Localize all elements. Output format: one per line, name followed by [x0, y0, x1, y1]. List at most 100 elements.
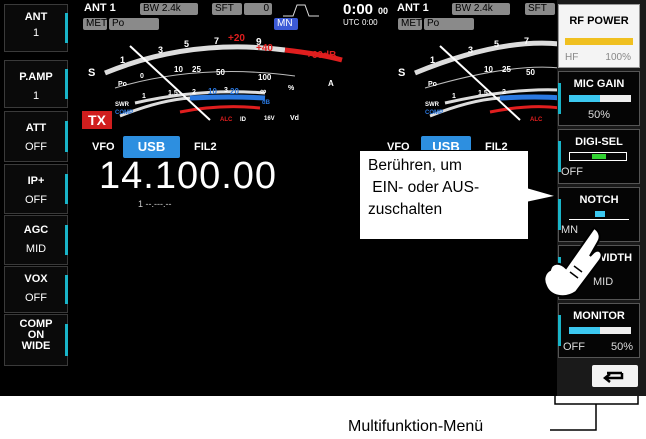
comp-meter-label-2: COMP	[425, 110, 443, 116]
v16-label: 16V	[264, 116, 275, 122]
transceiver-screen: ANT 1 P.AMP 1 ATT OFF IP+ OFF AGC MID VO…	[0, 0, 646, 396]
ipplus-button[interactable]: IP+ OFF	[4, 164, 68, 214]
monitor-value: 50%	[610, 341, 633, 353]
ipplus-label: IP+	[27, 175, 45, 187]
swr-label-2: SWR	[425, 102, 440, 108]
vox-button[interactable]: VOX OFF	[4, 266, 68, 313]
swr-tick-2-r: 2	[502, 89, 506, 96]
comp-button[interactable]: COMP ON WIDE	[4, 314, 68, 366]
digi-sel-indicator	[592, 154, 606, 159]
ipplus-value: OFF	[25, 194, 47, 206]
comp-tick-20: 20	[230, 87, 239, 96]
digi-sel-value: OFF	[561, 166, 583, 178]
po-tick-10: 10	[174, 65, 183, 74]
preamp-value: 1	[32, 90, 40, 102]
bandwidth-indicator: BW 2.4k	[140, 3, 198, 15]
comp-label: COMP	[19, 318, 53, 330]
s-tick-3-2: 3	[468, 45, 473, 55]
alc-label-2: ALC	[530, 117, 543, 123]
att-button[interactable]: ATT OFF	[4, 111, 68, 162]
preamp-edge-indicator	[65, 69, 68, 99]
s-label-2: S	[398, 67, 405, 79]
callout-line-3: zuschalten	[368, 201, 443, 218]
comp-arc-blue	[189, 94, 266, 101]
comp-edge-indicator	[65, 324, 68, 356]
swr-tick-1-5: 1.5	[168, 90, 178, 97]
shift-value: 0	[244, 3, 272, 15]
rf-power-bar	[565, 38, 633, 45]
po-label: Po	[118, 81, 127, 88]
agc-value: MID	[25, 243, 47, 255]
meter-left: S 1 3 5 7 9 +20 +40 +60dB Po 0 10 25 50 …	[88, 33, 343, 123]
swr-tick-inf: ∞	[260, 86, 267, 96]
callout-line-1: Berühren, um	[368, 157, 462, 174]
notch-indicator	[595, 211, 605, 217]
rf-power-title: RF POWER	[569, 15, 629, 27]
frequency-display[interactable]: 14.100.00	[99, 155, 277, 198]
rf-power-bar-fill	[565, 38, 633, 45]
rf-power-band: HF	[565, 52, 579, 63]
utc-label: UTC	[343, 18, 360, 27]
agc-label: AGC	[23, 224, 49, 236]
digi-sel-title: DIGI-SEL	[575, 136, 623, 148]
mic-gain-bar-fill	[569, 95, 600, 102]
utc-time: 0:00	[362, 18, 378, 27]
return-arrow-icon	[602, 371, 624, 383]
s-tick-7-2: 7	[524, 36, 529, 46]
sub-frequency: 1 --.---.--	[138, 199, 172, 209]
po-tick-0: 0	[140, 73, 144, 80]
alc-label: ALC	[220, 117, 233, 123]
s-tick-plus20: +20	[228, 33, 245, 44]
notch-scale	[569, 210, 629, 220]
s-tick-3: 3	[158, 45, 163, 55]
po-tick-10-2: 10	[484, 65, 493, 74]
monitor-title: MONITOR	[573, 310, 625, 322]
vd-label: Vd	[290, 115, 299, 122]
notch-title: NOTCH	[579, 194, 619, 206]
att-edge-indicator	[65, 120, 68, 153]
swr-tick-3: 3	[224, 87, 228, 94]
alc-arc-2	[489, 105, 560, 114]
ant-button[interactable]: ANT 1	[4, 4, 68, 52]
po-label-2: Po	[428, 81, 437, 88]
vox-label: VOX	[24, 273, 48, 285]
rf-power-button[interactable]: RF POWER HF 100%	[558, 4, 640, 68]
callout-box: Berühren, um EIN- oder AUS- zuschalten	[359, 150, 529, 240]
preamp-label: P.AMP	[19, 71, 53, 83]
ant-label: ANT	[24, 11, 48, 23]
swr-tick-1: 1	[142, 93, 146, 100]
antenna-indicator: ANT 1	[84, 2, 116, 14]
mic-gain-button[interactable]: MIC GAIN 50%	[558, 71, 640, 126]
digi-sel-scale	[569, 152, 627, 161]
s-tick-plus60: +60dB	[306, 50, 336, 61]
vox-value: OFF	[25, 292, 47, 304]
s-tick-1: 1	[120, 55, 125, 65]
antenna-indicator-2: ANT 1	[397, 2, 429, 14]
comp-arc-blue-2	[499, 94, 560, 101]
po-tick-50-2: 50	[526, 68, 535, 77]
s-tick-5-2: 5	[494, 39, 499, 49]
swr-label: SWR	[115, 102, 130, 108]
callout-line-2: EIN- oder AUS-	[368, 179, 480, 196]
bandwidth-indicator-2: BW 2.4k	[452, 3, 510, 15]
po-tick-100: 100	[258, 73, 272, 82]
preamp-button[interactable]: P.AMP 1	[4, 60, 68, 108]
swr-tick-2: 2	[192, 89, 196, 96]
digi-sel-button[interactable]: DIGI-SEL OFF	[558, 129, 640, 184]
po-tick-25-2: 25	[502, 65, 511, 74]
filter-shape-icon	[283, 4, 319, 17]
s-tick-7: 7	[214, 36, 219, 46]
s-label: S	[88, 67, 95, 79]
mic-gain-bar	[569, 95, 631, 102]
po-tick-25: 25	[192, 65, 201, 74]
mic-gain-value: 50%	[587, 109, 611, 121]
comp-width: WIDE	[21, 340, 51, 352]
back-button[interactable]	[592, 365, 638, 387]
monitor-button[interactable]: MONITOR OFF 50%	[558, 303, 640, 358]
alc-arc	[179, 105, 261, 114]
clock-time: 0:00	[343, 1, 374, 18]
menu-bracket	[550, 396, 639, 431]
footer-label: Multifunktion-Menü	[348, 418, 484, 435]
agc-button[interactable]: AGC MID	[4, 215, 68, 265]
ant-edge-indicator	[65, 13, 68, 43]
